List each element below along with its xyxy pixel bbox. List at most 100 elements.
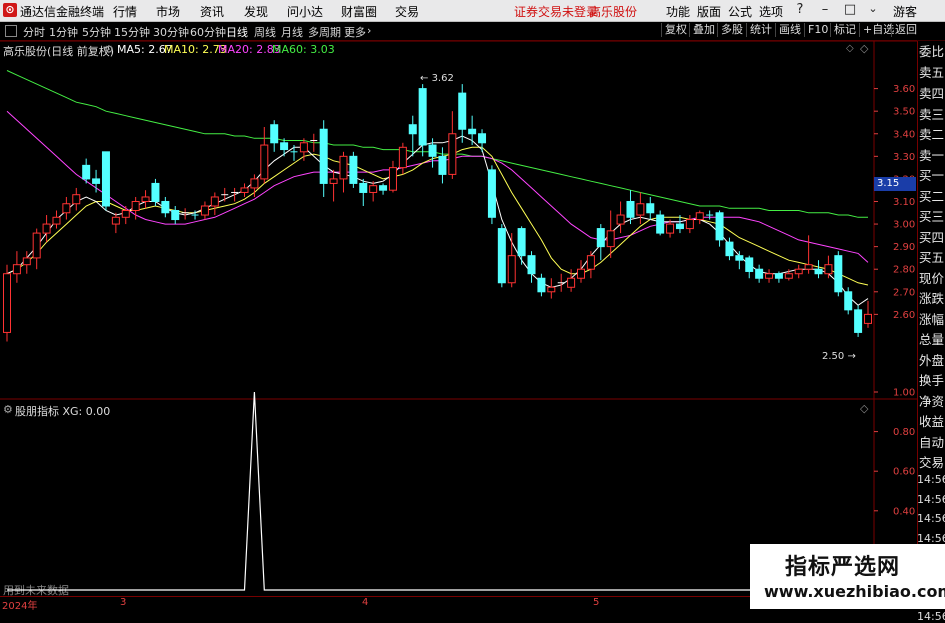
candle-body-69 bbox=[685, 219, 694, 230]
candle-50 bbox=[497, 224, 506, 288]
candle-56 bbox=[557, 273, 565, 292]
high-marker: ← 3.62 bbox=[420, 73, 454, 84]
date-label-apr: 4 bbox=[362, 597, 369, 608]
candle-17 bbox=[171, 206, 180, 225]
quote-row-15: 外盘 bbox=[919, 353, 945, 368]
candle-body-9 bbox=[92, 178, 101, 184]
candle-23 bbox=[231, 187, 239, 202]
candle-body-74 bbox=[735, 255, 744, 261]
candle-55 bbox=[547, 278, 556, 299]
price-tick-label-7: 2.90 bbox=[893, 242, 915, 253]
candle-body-24 bbox=[240, 187, 249, 193]
candle-body-10 bbox=[101, 151, 110, 207]
candle-27 bbox=[270, 120, 279, 152]
quote-row-7: 买二 bbox=[919, 189, 945, 204]
candle-body-7 bbox=[72, 194, 81, 205]
candle-body-59 bbox=[586, 255, 595, 270]
candle-body-8 bbox=[82, 164, 91, 180]
candle-body-36 bbox=[359, 182, 368, 193]
quote-row-20: 交易 bbox=[919, 455, 945, 470]
quote-row-12: 涨跌 bbox=[919, 291, 945, 306]
candle-body-78 bbox=[774, 273, 783, 279]
candle-body-86 bbox=[854, 309, 863, 333]
candle-76 bbox=[755, 264, 764, 283]
trade-time-2: 14:56 bbox=[917, 512, 945, 525]
candle-3 bbox=[32, 228, 41, 270]
candle-47 bbox=[468, 115, 477, 146]
candle-16 bbox=[161, 196, 170, 218]
quote-row-0: 委比 bbox=[919, 44, 945, 59]
candle-body-55 bbox=[547, 286, 556, 293]
candle-42 bbox=[418, 84, 427, 157]
candle-body-75 bbox=[745, 257, 754, 272]
candle-body-47 bbox=[468, 128, 477, 135]
quote-row-1: 卖五 bbox=[919, 65, 945, 80]
price-tick-label-10: 2.60 bbox=[893, 310, 915, 321]
candle-body-68 bbox=[675, 223, 684, 230]
candle-body-77 bbox=[765, 273, 774, 279]
candle-body-54 bbox=[537, 277, 546, 293]
price-tick-label-2: 3.40 bbox=[893, 129, 915, 140]
candle-12 bbox=[121, 206, 130, 225]
candle-84 bbox=[834, 251, 843, 297]
candle-69 bbox=[685, 215, 694, 234]
candle-22 bbox=[221, 187, 229, 202]
candle-body-1 bbox=[12, 264, 21, 275]
ind-tick-label-3: 0.40 bbox=[893, 506, 915, 517]
candle-body-17 bbox=[171, 210, 180, 221]
kline-chart[interactable]: 3.603.503.403.303.203.103.002.902.802.70… bbox=[0, 0, 945, 609]
trade-time-7: 14:56 bbox=[917, 609, 945, 623]
candle-body-39 bbox=[388, 167, 397, 191]
price-tick-label-1: 3.50 bbox=[893, 107, 915, 118]
quote-row-18: 收益 bbox=[919, 414, 945, 429]
candle-41 bbox=[408, 115, 417, 157]
quote-row-14: 总量 bbox=[919, 332, 945, 347]
date-label-mar: 3 bbox=[120, 597, 127, 608]
candle-39 bbox=[388, 160, 397, 193]
candle-body-26 bbox=[260, 144, 269, 180]
candle-0 bbox=[3, 264, 11, 342]
candle-body-11 bbox=[111, 216, 120, 225]
candle-body-46 bbox=[458, 92, 467, 130]
quote-row-10: 买五 bbox=[919, 250, 945, 265]
candle-32 bbox=[319, 120, 328, 197]
price-tick-label-9: 2.70 bbox=[893, 287, 915, 298]
candle-body-61 bbox=[606, 230, 615, 248]
date-label-may: 5 bbox=[593, 597, 600, 608]
watermark-url: www.xuezhibiao.com bbox=[764, 582, 945, 601]
candle-35 bbox=[349, 151, 358, 188]
candle-36 bbox=[359, 178, 368, 206]
candle-11 bbox=[111, 212, 120, 234]
candle-body-48 bbox=[478, 133, 487, 144]
quote-row-19: 自动 bbox=[919, 435, 945, 450]
candle-49 bbox=[487, 165, 496, 225]
candle-65 bbox=[646, 196, 655, 220]
trade-time-3: 14:56 bbox=[917, 531, 945, 545]
candle-body-50 bbox=[497, 228, 506, 284]
candle-33 bbox=[329, 169, 338, 202]
candle-body-80 bbox=[794, 268, 803, 275]
candle-58 bbox=[577, 260, 585, 283]
candle-body-64 bbox=[636, 203, 645, 216]
ma5-line bbox=[6, 135, 869, 306]
ind-tick-label-2: 0.60 bbox=[893, 467, 915, 478]
candle-body-20 bbox=[200, 205, 209, 216]
candle-body-60 bbox=[596, 228, 605, 248]
candle-75 bbox=[745, 255, 754, 279]
candle-37 bbox=[369, 181, 378, 202]
candle-body-73 bbox=[725, 241, 734, 257]
candle-66 bbox=[656, 210, 665, 236]
quote-row-6: 买一 bbox=[919, 168, 945, 183]
candle-5 bbox=[52, 210, 61, 229]
candle-body-21 bbox=[210, 196, 219, 207]
candle-body-83 bbox=[824, 264, 833, 275]
quote-row-8: 买三 bbox=[919, 209, 945, 224]
candle-80 bbox=[794, 264, 803, 279]
candle-body-5 bbox=[52, 216, 61, 225]
candle-6 bbox=[62, 196, 71, 220]
candle-body-35 bbox=[349, 155, 358, 184]
candle-body-65 bbox=[646, 203, 655, 214]
candle-body-25 bbox=[250, 178, 259, 189]
ind-tick-label-0: 1.00 bbox=[893, 388, 915, 399]
candle-body-58 bbox=[577, 268, 585, 279]
